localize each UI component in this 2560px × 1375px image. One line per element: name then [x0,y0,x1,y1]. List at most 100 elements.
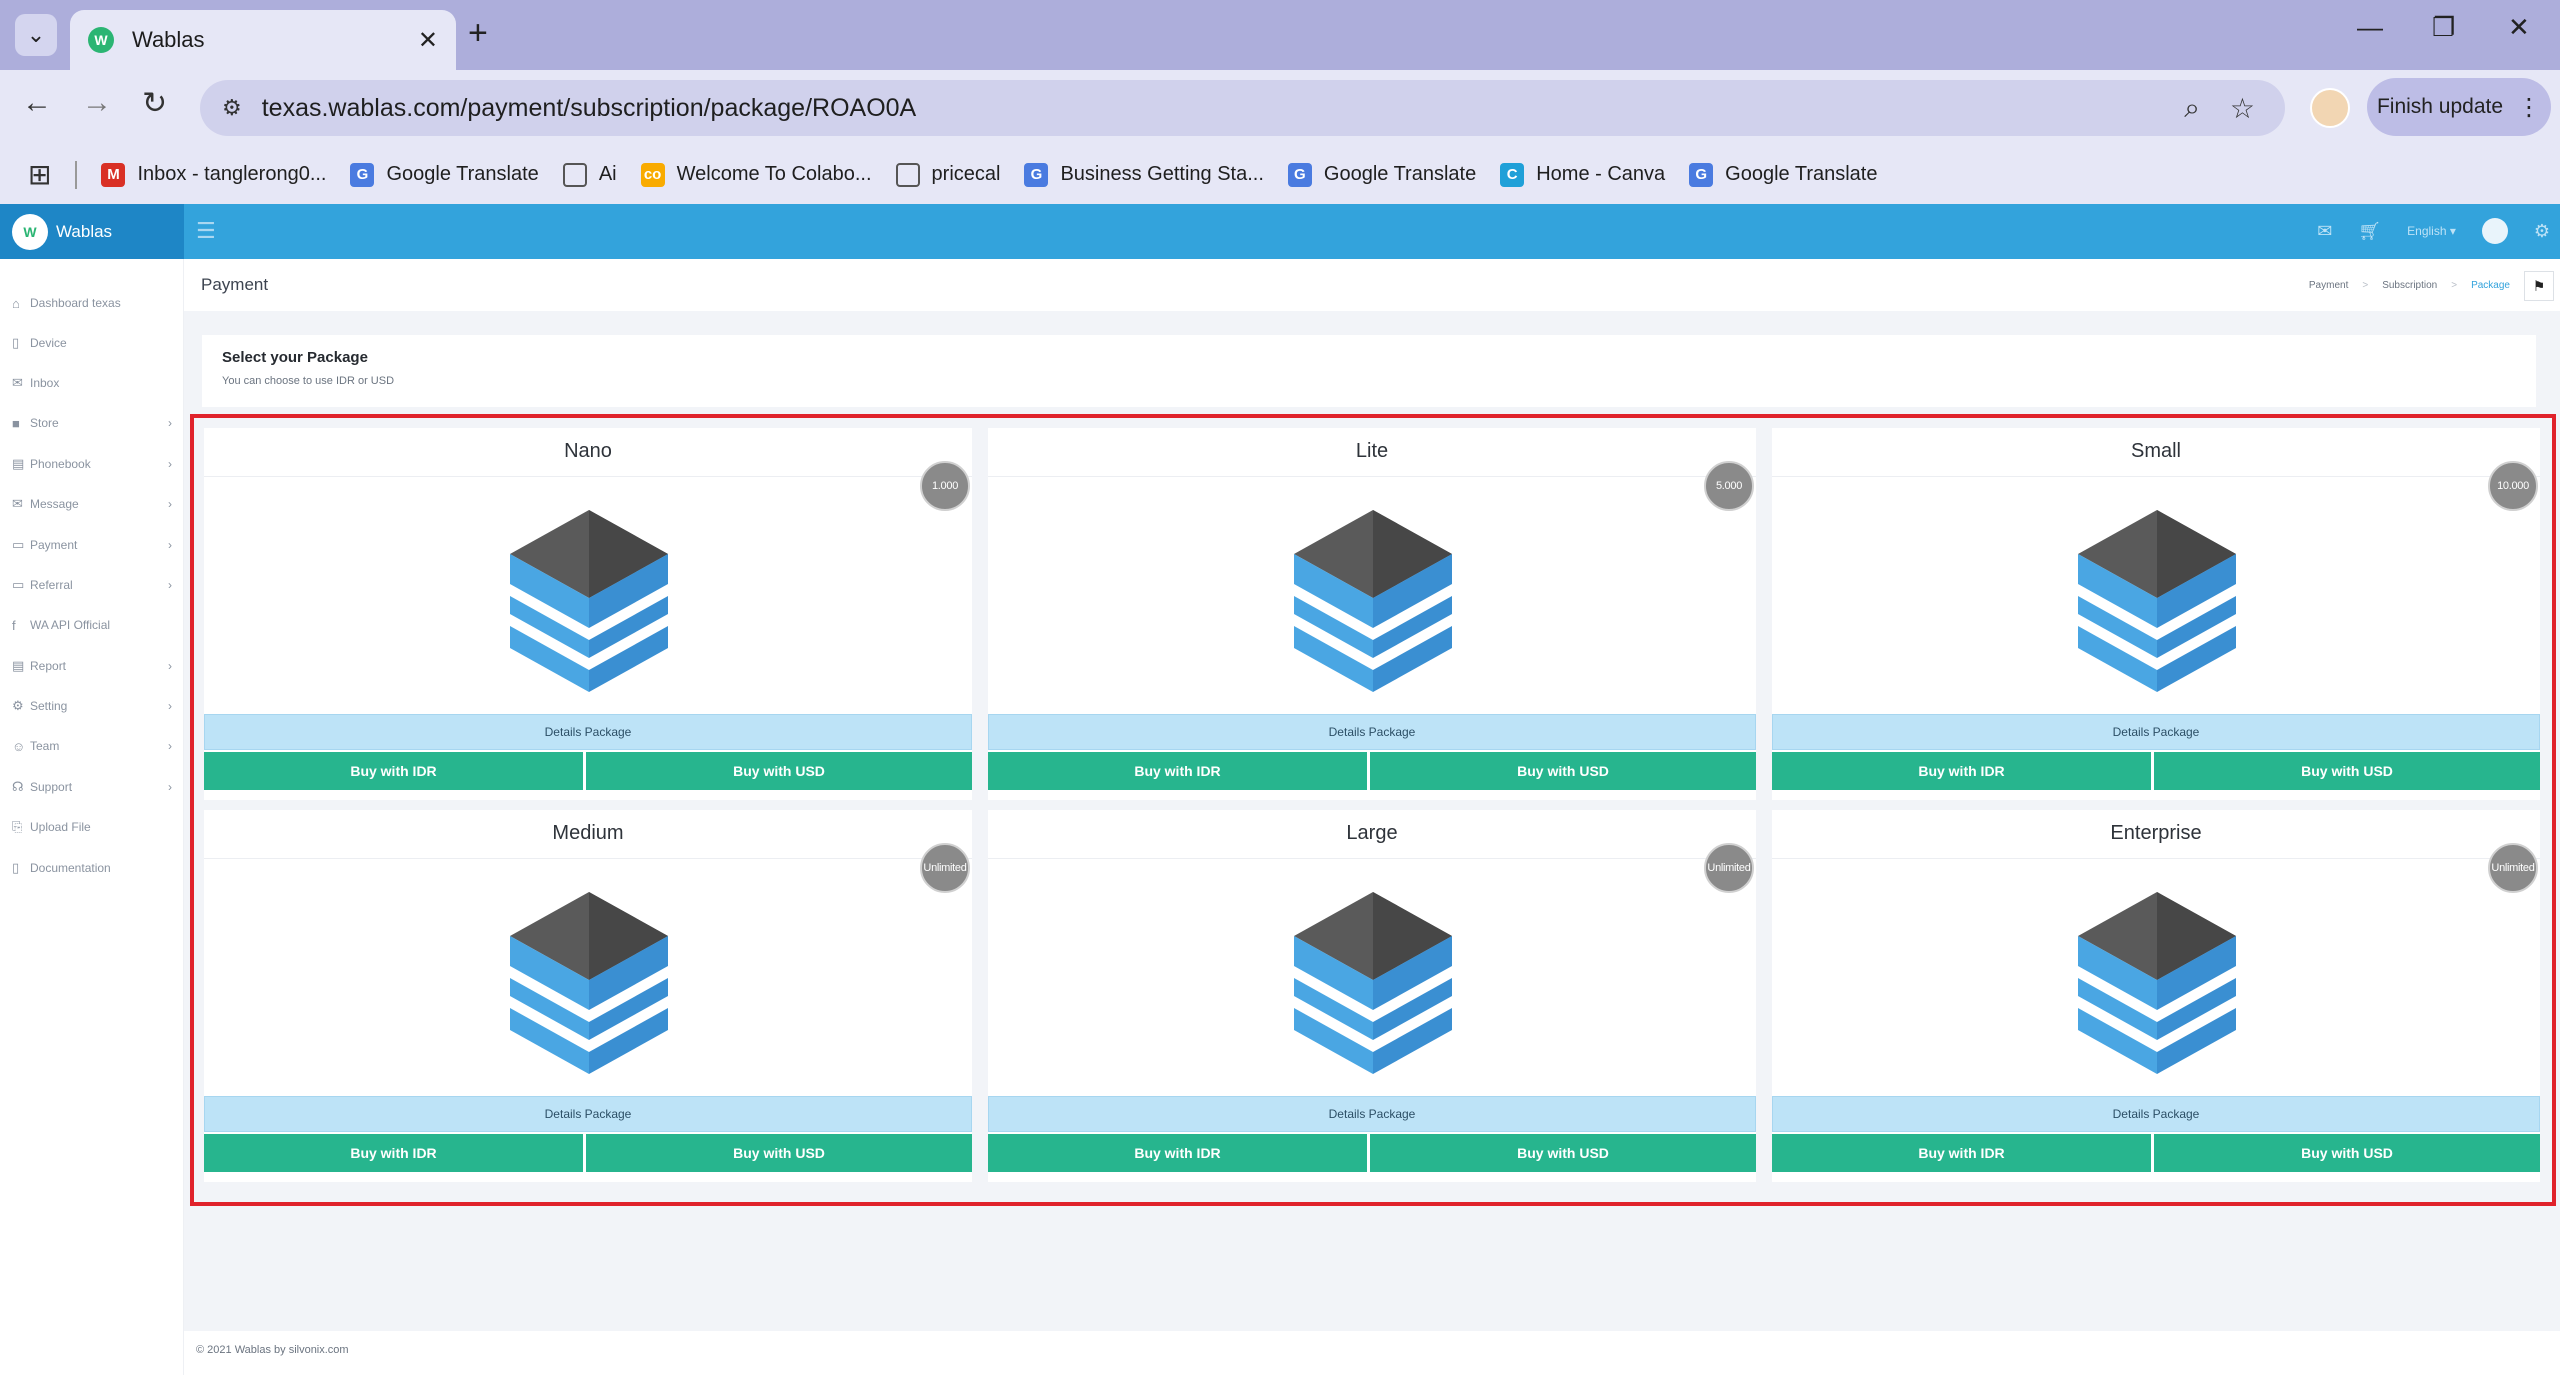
chevron-right-icon: › [168,659,172,673]
sidebar-item-team[interactable]: ☺ Team › [12,734,172,758]
sidebar-item-label: Inbox [30,376,60,390]
breadcrumb: Payment > Subscription > Package [2309,280,2510,291]
sidebar-item-icon: ☊ [12,779,24,794]
profile-avatar[interactable] [2310,88,2350,128]
sidebar-item-store[interactable]: ■ Store › [12,411,172,435]
bookmark-item[interactable]: G Business Getting Sta... [1024,162,1264,187]
restore-icon[interactable]: ❐ [2432,12,2455,43]
bookmark-item[interactable]: G Google Translate [350,162,539,187]
zoom-icon[interactable]: ⌕ [2184,92,2200,125]
sidebar-item-icon: ▤ [12,456,25,471]
select-package-card: Select your Package You can choose to us… [202,335,2536,407]
highlight-box [190,414,2556,1206]
wablas-favicon-icon: W [88,27,114,53]
sidebar-item-report[interactable]: ▤ Report › [12,654,172,678]
browser-tabbar: ⌄ W Wablas ✕ + — ❐ ✕ [0,0,2560,70]
sidebar-item-label: Upload File [30,820,91,834]
language-select[interactable]: English ▾ [2407,224,2456,238]
canva-icon: C [1500,162,1525,187]
mail-icon[interactable]: ✉ [2317,221,2332,242]
sidebar-item-icon: f [12,617,16,633]
sidebar-item-icon: ■ [12,415,20,431]
bookmark-star-icon[interactable]: ☆ [2230,92,2255,125]
flag-icon[interactable]: ⚑ [2524,271,2554,301]
bookmark-label: Inbox - tanglerong0... [137,163,327,185]
finish-update-label: Finish update [2376,95,2504,118]
sidebar-item-device[interactable]: ▯ Device [12,331,172,355]
bookmarks-list: M Inbox - tanglerong0... G Google Translate… [101,162,1901,187]
sidebar-item-dashboard-texas[interactable]: ⌂ Dashboard texas [12,291,172,315]
sidebar-item-icon: ▤ [12,658,25,673]
translate-icon: G [1024,162,1049,187]
bookmarks-divider [75,160,78,189]
folder-icon: ▭ [895,162,920,187]
site-info-icon[interactable]: ⚙ [222,95,242,121]
settings-gear-icon[interactable]: ⚙ [2534,221,2550,242]
browser-tab[interactable]: W Wablas ✕ [70,10,456,70]
finish-update-button[interactable]: Finish update ⋮ [2367,78,2551,136]
sidebar-item-label: Payment [30,538,78,552]
sidebar-item-label: Documentation [30,861,111,875]
url-text[interactable]: texas.wablas.com/payment/subscription/pa… [262,94,2184,123]
translate-icon: G [350,162,375,187]
sidebar-item-upload-file[interactable]: ⎘ Upload File [12,815,172,839]
gmail-icon: M [101,162,126,187]
sidebar-item-inbox[interactable]: ✉ Inbox [12,371,172,395]
breadcrumb-package: Package [2471,280,2510,291]
bookmark-label: Google Translate [1323,163,1477,185]
close-tab-icon[interactable]: ✕ [418,26,438,55]
sidebar-item-icon: ✉ [12,496,23,511]
sidebar: ⌂ Dashboard texas ▯ Device ✉ Inbox ■ Store › ▤ Pho… [0,259,184,1375]
back-arrow-icon[interactable]: ← [22,86,52,120]
app-header: W Wablas ☰ ✉ 🛒︎ English ▾ ⚙ [0,204,2560,259]
user-avatar[interactable] [2481,218,2508,244]
bookmark-item[interactable]: C Home - Canva [1500,162,1665,187]
breadcrumb-subscription[interactable]: Subscription [2382,280,2437,291]
sidebar-item-label: Report [30,659,67,673]
sidebar-item-wa-api-official[interactable]: f WA API Official [12,613,172,637]
bookmark-item[interactable]: G Google Translate [1689,162,1877,187]
chevron-right-icon: › [168,739,172,753]
cart-icon[interactable]: 🛒︎ [2358,221,2381,242]
translate-icon: G [1287,162,1312,187]
sidebar-item-label: Team [30,739,60,753]
sidebar-item-message[interactable]: ✉ Message › [12,492,172,516]
chevron-right-icon: › [168,699,172,713]
sidebar-item-label: Setting [30,699,68,713]
new-tab-button[interactable]: + [468,14,488,53]
sidebar-item-support[interactable]: ☊ Support › [12,775,172,799]
bookmark-label: Ai [598,163,617,185]
logo-text: Wablas [56,221,113,241]
breadcrumb-separator: > [2362,280,2369,291]
sidebar-item-icon: ▯ [12,860,20,875]
wablas-logo[interactable]: W Wablas [0,204,184,259]
more-menu-icon: ⋮ [2517,93,2542,121]
tab-search-button[interactable]: ⌄ [15,14,57,56]
bookmark-item[interactable]: co Welcome To Colabo... [640,162,872,187]
minimize-icon[interactable]: — [2357,12,2383,43]
select-package-subtitle: You can choose to use IDR or USD [222,375,395,387]
sidebar-item-label: Message [30,497,79,511]
sidebar-item-label: Dashboard texas [30,296,121,310]
address-bar[interactable]: ⚙ texas.wablas.com/payment/subscription/… [200,80,2285,136]
sidebar-item-phonebook[interactable]: ▤ Phonebook › [12,452,172,476]
apps-grid-icon[interactable]: ⊞ [28,158,51,191]
sidebar-item-label: WA API Official [30,618,111,632]
bookmark-item[interactable]: G Google Translate [1287,162,1477,187]
sidebar-item-icon: ▯ [12,335,20,350]
sidebar-item-icon: ▭ [12,537,25,552]
bookmark-item[interactable]: M Inbox - tanglerong0... [101,162,327,187]
reload-icon[interactable]: ↻ [142,86,167,121]
bookmark-item[interactable]: ▭ pricecal [895,162,1000,187]
sidebar-item-referral[interactable]: ▭ Referral › [12,573,172,597]
breadcrumb-payment[interactable]: Payment [2309,280,2348,291]
bookmark-item[interactable]: ▭ Ai [562,162,617,187]
sidebar-item-setting[interactable]: ⚙ Setting › [12,694,172,718]
forward-arrow-icon[interactable]: → [82,86,112,120]
folder-icon: ▭ [562,162,587,187]
sidebar-item-documentation[interactable]: ▯ Documentation [12,856,172,880]
hamburger-menu-icon[interactable]: ☰ [196,218,216,244]
sidebar-item-icon: ▭ [12,577,25,592]
sidebar-item-payment[interactable]: ▭ Payment › [12,533,172,557]
close-window-icon[interactable]: ✕ [2508,12,2530,43]
